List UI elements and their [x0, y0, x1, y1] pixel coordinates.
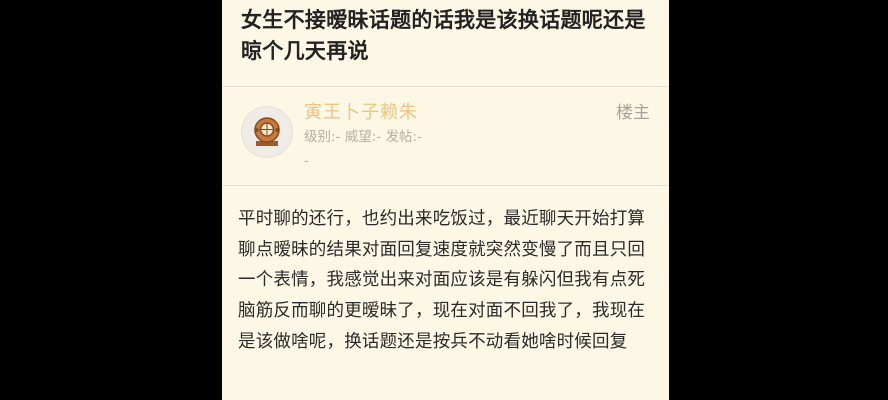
post-page: 女生不接暧昧话题的话我是该换话题呢还是晾个几天再说 寅王卜子赖朱 楼主 级别:-… [222, 0, 669, 400]
author-name[interactable]: 寅王卜子赖朱 [304, 101, 418, 125]
meta-extra: - [304, 153, 309, 169]
avatar[interactable] [241, 106, 293, 158]
level-label: 级别:- [304, 129, 341, 145]
header-divider [222, 185, 669, 186]
author-meta: 级别:- 威望:- 发帖:- - [304, 125, 494, 173]
owner-badge: 楼主 [616, 103, 650, 123]
posts-label: 发帖:- [385, 129, 422, 145]
post-body: 平时聊的还行，也约出来吃饭过，最近聊天开始打算聊点暧昧的结果对面回复速度就突然变… [238, 209, 646, 352]
reputation-label: 威望:- [344, 129, 382, 145]
title-divider [222, 86, 669, 87]
post-title: 女生不接暧昧话题的话我是该换话题呢还是晾个几天再说 [241, 8, 646, 63]
diving-helmet-icon [254, 117, 280, 146]
